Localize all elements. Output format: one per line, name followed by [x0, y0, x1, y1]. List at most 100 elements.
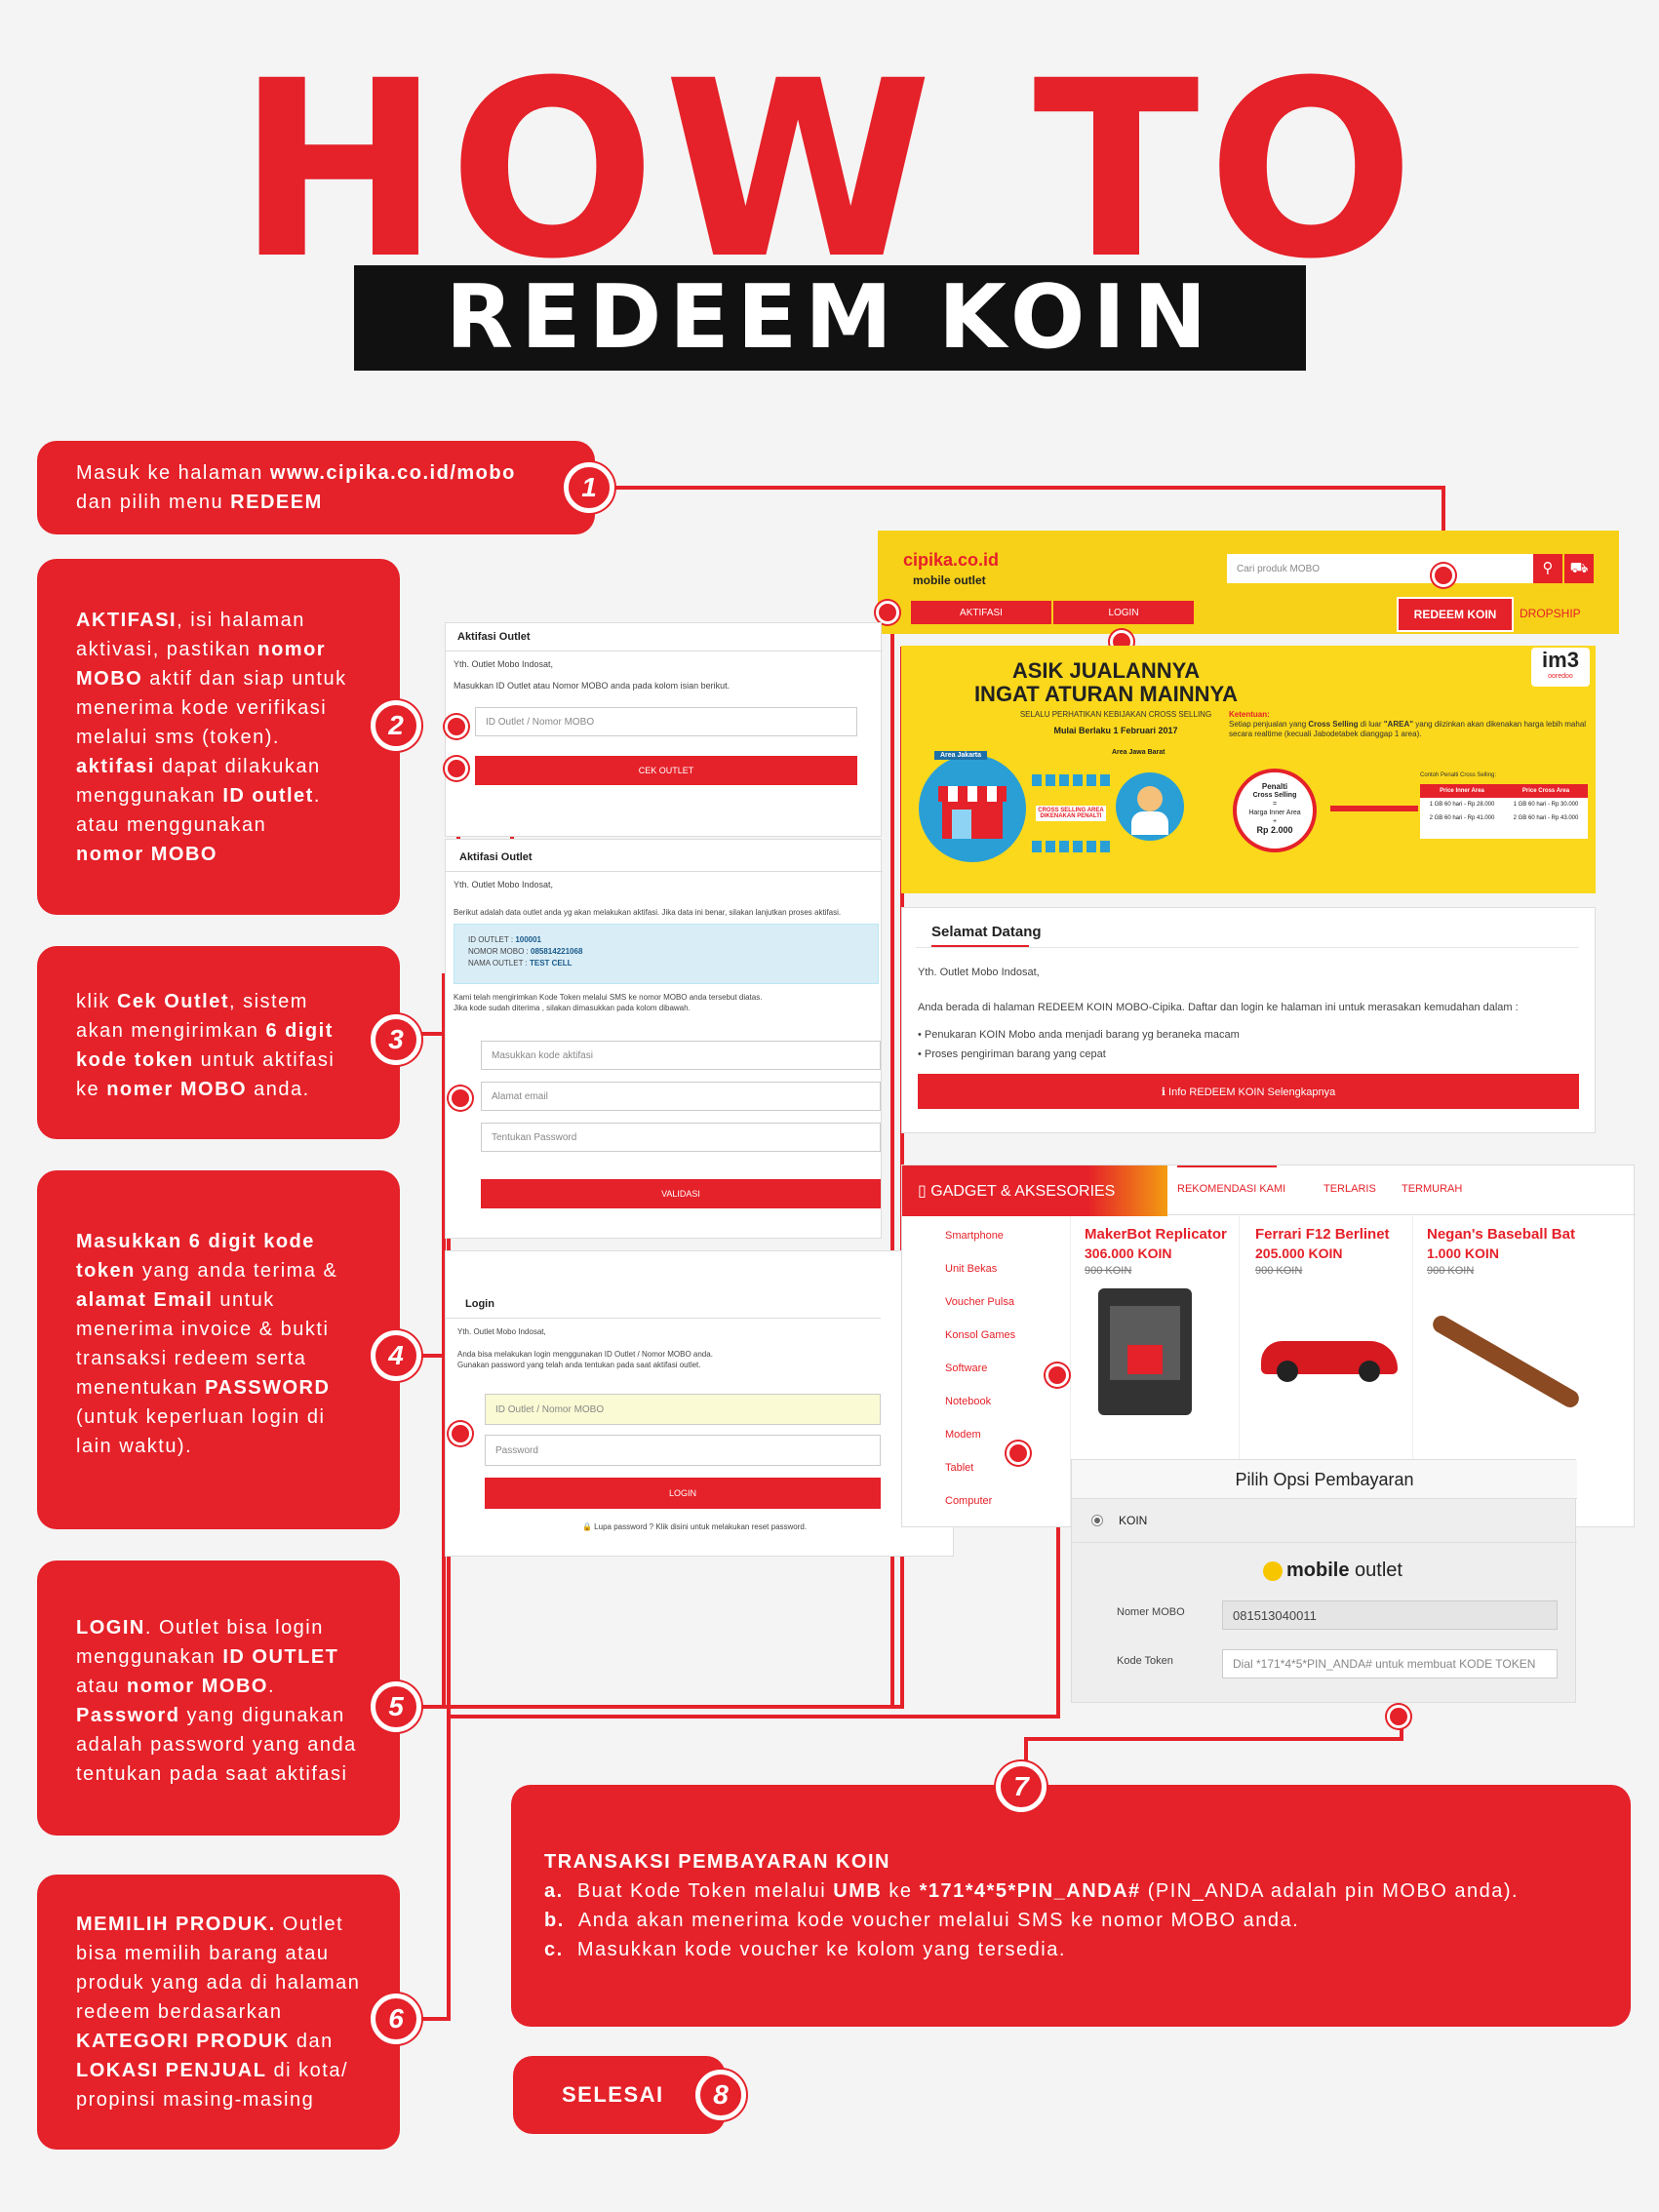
selesai-box: SELESAI	[513, 2056, 726, 2134]
aktifasi-title: Aktifasi Outlet	[457, 631, 531, 643]
mobile-outlet-logo: mobile outlet	[1263, 1560, 1402, 1582]
validasi-button[interactable]: VALIDASI	[481, 1179, 881, 1208]
payment-title: Pilih Opsi Pembayaran	[1072, 1460, 1577, 1499]
category-item[interactable]: Tablet	[945, 1462, 1015, 1495]
aktifasi-desc: Masukkan ID Outlet atau Nomor MOBO anda …	[454, 681, 731, 691]
login-title: Login	[465, 1298, 494, 1310]
nav-aktifasi[interactable]: AKTIFASI	[911, 601, 1051, 624]
login-password-input[interactable]: Password	[485, 1435, 881, 1466]
tab-rekomendasi[interactable]: REKOMENDASI KAMI	[1177, 1183, 1285, 1195]
step-6-number: 6	[371, 1994, 421, 2044]
penalti-badge: Penalti Cross Selling = Harga Inner Area…	[1233, 769, 1317, 852]
ketentuan-text: Ketentuan: Setiap penjualan yang Cross S…	[1229, 710, 1587, 738]
outlet-info-panel: ID OUTLET : 100001 NOMOR MOBO : 08581422…	[454, 924, 879, 984]
token-label: Kode Token	[1117, 1655, 1173, 1667]
mobo-number-field[interactable]: 081513040011	[1222, 1600, 1558, 1630]
welcome-panel: Selamat Datang Yth. Outlet Mobo Indosat,…	[901, 907, 1596, 1133]
site-logo-sub: mobile outlet	[913, 573, 986, 587]
koin-radio[interactable]	[1091, 1515, 1103, 1526]
search-input[interactable]: Cari produk MOBO	[1227, 554, 1533, 583]
outlet-id-input[interactable]: ID Outlet / Nomor MOBO	[475, 707, 857, 736]
arrow-left	[1032, 841, 1110, 852]
koin-option-label[interactable]: KOIN	[1119, 1514, 1147, 1527]
login-id-input[interactable]: ID Outlet / Nomor MOBO	[485, 1394, 881, 1425]
site-logo[interactable]: cipika.co.id	[903, 550, 999, 571]
welcome-desc: Anda berada di halaman REDEEM KOIN MOBO-…	[918, 1002, 1519, 1013]
info-redeem-button[interactable]: ℹ Info REDEEM KOIN Selengkapnya	[918, 1074, 1579, 1109]
area-jabar-label: Area Jawa Barat	[1112, 749, 1165, 756]
banner-subline: SELALU PERHATIKAN KEBIJAKAN CROSS SELLIN…	[1019, 710, 1212, 719]
car-image	[1261, 1341, 1398, 1382]
nav-login[interactable]: LOGIN	[1053, 601, 1194, 624]
nav-dropship[interactable]: DROPSHIP	[1520, 607, 1581, 620]
shop-illustration	[919, 755, 1026, 862]
aktifasi-greet: Yth. Outlet Mobo Indosat,	[454, 659, 554, 669]
input-pointer-dot	[445, 715, 468, 738]
cek-outlet-button[interactable]: CEK OUTLET	[475, 756, 857, 785]
search-icon[interactable]: ⚲	[1533, 554, 1562, 583]
category-list: Smartphone Unit Bekas Voucher Pulsa Kons…	[945, 1230, 1015, 1528]
welcome-title: Selamat Datang	[931, 924, 1042, 940]
step-7-number: 7	[996, 1761, 1047, 1812]
welcome-bullets: • Penukaran KOIN Mobo anda menjadi baran…	[918, 1029, 1240, 1060]
step-2-box: AKTIFASI, isi halaman aktivasi, pastikan…	[37, 559, 400, 915]
step-1-number: 1	[564, 462, 614, 513]
step-4-box: Masukkan 6 digit kode token yang anda te…	[37, 1170, 400, 1529]
category-item[interactable]: Computer	[945, 1495, 1015, 1528]
penalti-arrow	[1330, 806, 1418, 811]
bat-image	[1429, 1312, 1583, 1411]
category-pointer-dot	[1007, 1442, 1030, 1465]
step-4-number: 4	[371, 1330, 421, 1381]
login-button[interactable]: LOGIN	[485, 1478, 881, 1509]
promo-banner: ASIK JUALANNYA INGAT ATURAN MAINNYA SELA…	[901, 646, 1596, 893]
aktifasi-2-title: Aktifasi Outlet	[459, 851, 533, 863]
person-illustration	[1116, 772, 1184, 841]
banner-date: Mulai Berlaku 1 Februari 2017	[1053, 726, 1178, 735]
cross-selling-label: CROSS SELLING AREA DIKENAKAN PENALTI	[1036, 806, 1106, 821]
arrow-right	[1032, 774, 1110, 786]
login-input-pointer-dot	[449, 1422, 472, 1445]
banner-headline: ASIK JUALANNYA INGAT ATURAN MAINNYA	[973, 658, 1239, 706]
cart-icon[interactable]: ⛟	[1564, 554, 1594, 583]
im3-logo: im3 ooredoo	[1531, 648, 1590, 687]
step-5-box: LOGIN. Outlet bisa login menggunakan ID …	[37, 1560, 400, 1836]
step-6-box: MEMILIH PRODUK. Outlet bisa memilih bara…	[37, 1875, 400, 2150]
site-header: cipika.co.id mobile outlet Cari produk M…	[878, 531, 1619, 634]
email-input[interactable]: Alamat email	[481, 1082, 881, 1111]
cek-outlet-pointer-dot	[445, 757, 468, 780]
mobo-label: Nomer MOBO	[1117, 1606, 1185, 1618]
aktifasi-pointer-dot	[876, 601, 899, 624]
penalti-table: Price Inner Area Price Cross Area 1 GB 6…	[1420, 784, 1588, 839]
tab-terlaris[interactable]: TERLARIS	[1323, 1183, 1376, 1195]
redeem-pointer-dot	[1432, 564, 1455, 587]
category-item[interactable]: Smartphone	[945, 1230, 1015, 1263]
step-8-number: 8	[695, 2070, 746, 2120]
tab-termurah[interactable]: TERMURAH	[1402, 1183, 1462, 1195]
login-screen: Login Yth. Outlet Mobo Indosat, Anda bis…	[445, 1250, 954, 1557]
step-3-number: 3	[371, 1014, 421, 1065]
payment-pointer-dot	[1387, 1705, 1410, 1728]
category-item[interactable]: Voucher Pulsa	[945, 1296, 1015, 1329]
category-item[interactable]: Modem	[945, 1429, 1015, 1462]
login-desc: Anda bisa melakukan login menggunakan ID…	[457, 1350, 713, 1369]
payment-panel: Pilih Opsi Pembayaran KOIN mobile outlet…	[1071, 1459, 1577, 1703]
step-3-box: klik Cek Outlet, sistem akan mengirimkan…	[37, 946, 400, 1139]
token-input[interactable]: Dial *171*4*5*PIN_ANDA# untuk membuat KO…	[1222, 1649, 1558, 1679]
area-jakarta-label: Area Jakarta	[934, 751, 988, 760]
nav-redeem-koin[interactable]: REDEEM KOIN	[1397, 597, 1514, 632]
step-2-number: 2	[371, 700, 421, 751]
category-item[interactable]: Unit Bekas	[945, 1263, 1015, 1296]
welcome-greet: Yth. Outlet Mobo Indosat,	[918, 967, 1040, 978]
category-header[interactable]: ▯ GADGET & AKSESORIES	[902, 1165, 1167, 1216]
forgot-password-link[interactable]: 🔒 Lupa password ? Klik disini untuk mela…	[582, 1521, 807, 1533]
password-input[interactable]: Tentukan Password	[481, 1123, 881, 1152]
printer-image	[1098, 1288, 1192, 1415]
aktifasi-2-desc: Berikut adalah data outlet anda yg akan …	[454, 908, 842, 917]
category-item[interactable]: Software	[945, 1363, 1015, 1396]
category-item[interactable]: Konsol Games	[945, 1329, 1015, 1363]
category-item[interactable]: Notebook	[945, 1396, 1015, 1429]
contoh-label: Contoh Penalti Cross Selling:	[1420, 772, 1497, 778]
product-pointer-dot	[1046, 1363, 1069, 1387]
email-pointer-dot	[449, 1086, 472, 1110]
activation-code-input[interactable]: Masukkan kode aktifasi	[481, 1041, 881, 1070]
